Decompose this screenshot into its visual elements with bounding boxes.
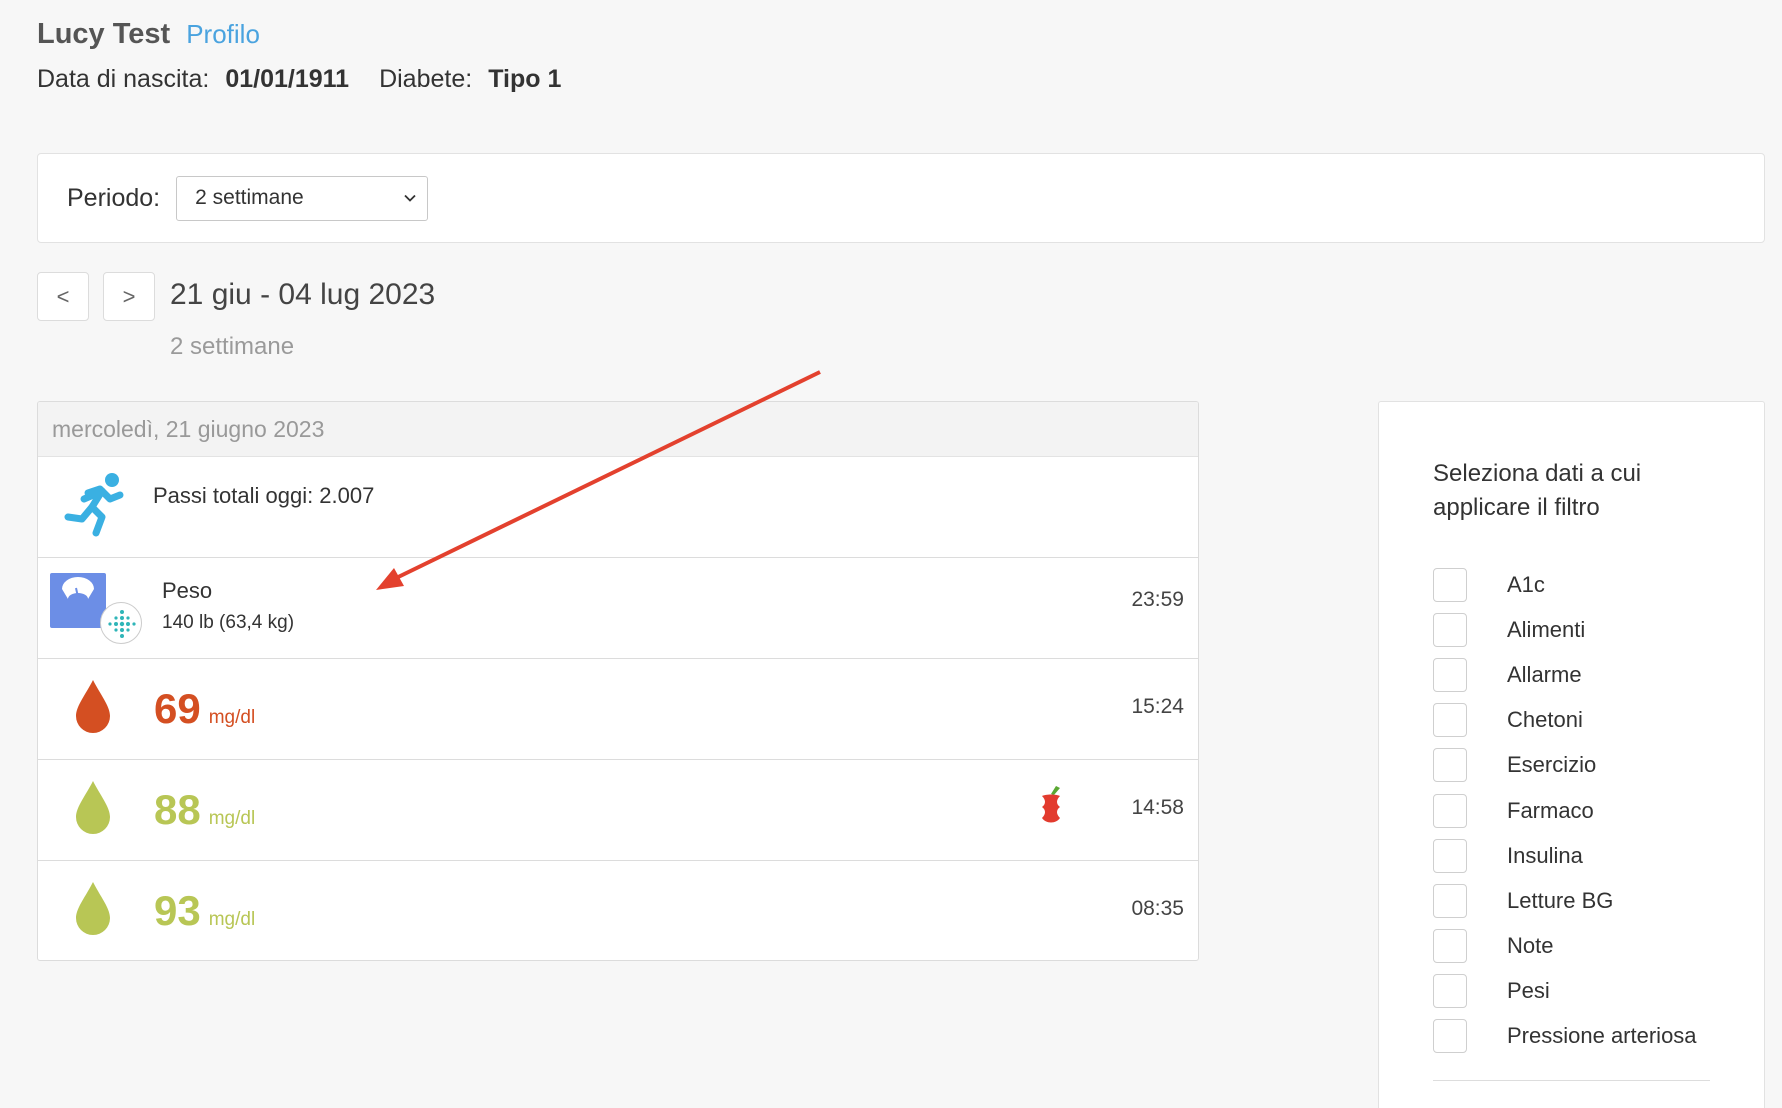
blood-drop-icon: [76, 680, 110, 733]
filter-item[interactable]: Letture BG: [1433, 878, 1697, 923]
weight-time: 23:59: [1131, 588, 1184, 611]
running-icon: [64, 473, 124, 537]
filter-title: Seleziona dati a cui applicare il filtro: [1433, 460, 1642, 521]
filter-label: Note: [1507, 933, 1554, 959]
filter-item[interactable]: Pressione arteriosa: [1433, 1014, 1697, 1059]
bg-number: 69: [154, 685, 201, 732]
bg-unit: mg/dl: [208, 909, 256, 930]
filter-checkbox[interactable]: [1433, 567, 1467, 602]
profile-link[interactable]: Profilo: [186, 19, 260, 50]
bg-value: 93 mg/dl: [154, 887, 255, 935]
filter-label: Letture BG: [1507, 887, 1614, 913]
filter-item[interactable]: Insulina: [1433, 833, 1697, 878]
date-range-title: 21 giu - 04 lug 2023: [170, 278, 436, 311]
filter-item[interactable]: Note: [1433, 924, 1697, 969]
filter-divider: [1433, 1080, 1710, 1081]
filter-item[interactable]: Allarme: [1433, 652, 1697, 697]
filter-list: A1c Alimenti Allarme Chetoni Esercizio Farmac…: [1433, 562, 1697, 1059]
bg-time: 14:58: [1131, 796, 1184, 819]
period-select[interactable]: 2 settimane: [176, 175, 429, 221]
bg-reading-row[interactable]: 93 mg/dl 08:35: [38, 861, 1198, 960]
filter-checkbox[interactable]: [1433, 883, 1467, 918]
bg-value: 88 mg/dl: [154, 786, 255, 834]
blood-drop-icon: [76, 882, 110, 935]
bg-unit: mg/dl: [208, 707, 256, 728]
filter-checkbox[interactable]: [1433, 1019, 1467, 1054]
steps-total: Passi totali oggi: 2.007: [153, 483, 375, 508]
period-panel: Periodo: 2 settimane: [37, 153, 1765, 243]
day-header: mercoledì, 21 giugno 2023: [38, 402, 1198, 457]
steps-row[interactable]: Passi totali oggi: 2.007: [38, 457, 1198, 558]
filter-checkbox[interactable]: [1433, 703, 1467, 738]
filter-label: Allarme: [1507, 661, 1582, 687]
birth-date-value: 01/01/1911: [225, 65, 350, 93]
bg-value: 69 mg/dl: [154, 685, 255, 733]
filter-item[interactable]: Pesi: [1433, 969, 1697, 1014]
next-period-button[interactable]: >: [103, 272, 155, 321]
weight-title: Peso: [162, 578, 213, 603]
bg-unit: mg/dl: [208, 808, 256, 829]
filter-checkbox[interactable]: [1433, 657, 1467, 692]
date-range-subtitle: 2 settimane: [170, 333, 295, 360]
apple-icon: [1042, 786, 1060, 823]
bg-time: 15:24: [1131, 695, 1184, 718]
bg-number: 88: [154, 786, 201, 833]
fitbit-icon: [100, 602, 142, 644]
filter-label: Chetoni: [1507, 707, 1583, 733]
filter-label: A1c: [1507, 571, 1545, 597]
filter-item[interactable]: A1c: [1433, 562, 1697, 607]
period-label: Periodo:: [67, 183, 161, 212]
bg-time: 08:35: [1131, 897, 1184, 920]
filter-checkbox[interactable]: [1433, 929, 1467, 964]
filter-checkbox[interactable]: [1433, 974, 1467, 1009]
filter-label: Pesi: [1507, 978, 1550, 1004]
scale-icon: [50, 573, 106, 628]
filter-checkbox[interactable]: [1433, 748, 1467, 783]
chevron-down-icon: [404, 194, 416, 202]
previous-period-button[interactable]: <: [37, 272, 89, 321]
filter-item[interactable]: Farmaco: [1433, 788, 1697, 833]
filter-label: Pressione arteriosa: [1507, 1023, 1697, 1049]
page: Lucy Test Profilo Data di nascita: 01/01…: [0, 0, 1782, 1108]
filter-item[interactable]: Alimenti: [1433, 607, 1697, 652]
patient-name: Lucy Test: [37, 18, 171, 50]
bg-reading-row[interactable]: 88 mg/dl 14:58: [38, 760, 1198, 861]
weight-row[interactable]: Peso 140 lb (63,4 kg) 23:59: [38, 558, 1198, 659]
bg-number: 93: [154, 887, 201, 934]
filter-label: Alimenti: [1507, 616, 1586, 642]
birth-date-label: Data di nascita:: [37, 65, 210, 93]
blood-drop-icon: [76, 781, 110, 834]
filter-label: Insulina: [1507, 842, 1583, 868]
patient-header: Lucy Test Profilo Data di nascita: 01/01…: [37, 18, 581, 94]
filter-checkbox[interactable]: [1433, 793, 1467, 828]
bg-reading-row[interactable]: 69 mg/dl 15:24: [38, 659, 1198, 760]
filter-label: Esercizio: [1507, 752, 1597, 778]
diabetes-value: Tipo 1: [488, 65, 562, 93]
logbook-card: mercoledì, 21 giugno 2023 Passi totali o…: [37, 401, 1199, 961]
filter-checkbox[interactable]: [1433, 612, 1467, 647]
filter-panel: Seleziona dati a cui applicare il filtro…: [1378, 401, 1765, 1108]
filter-checkbox[interactable]: [1433, 838, 1467, 873]
filter-item[interactable]: Esercizio: [1433, 743, 1697, 788]
weight-value: 140 lb (63,4 kg): [162, 612, 295, 633]
filter-label: Farmaco: [1507, 797, 1594, 823]
diabetes-label: Diabete:: [379, 65, 473, 93]
period-select-value: 2 settimane: [195, 186, 304, 209]
filter-item[interactable]: Chetoni: [1433, 698, 1697, 743]
